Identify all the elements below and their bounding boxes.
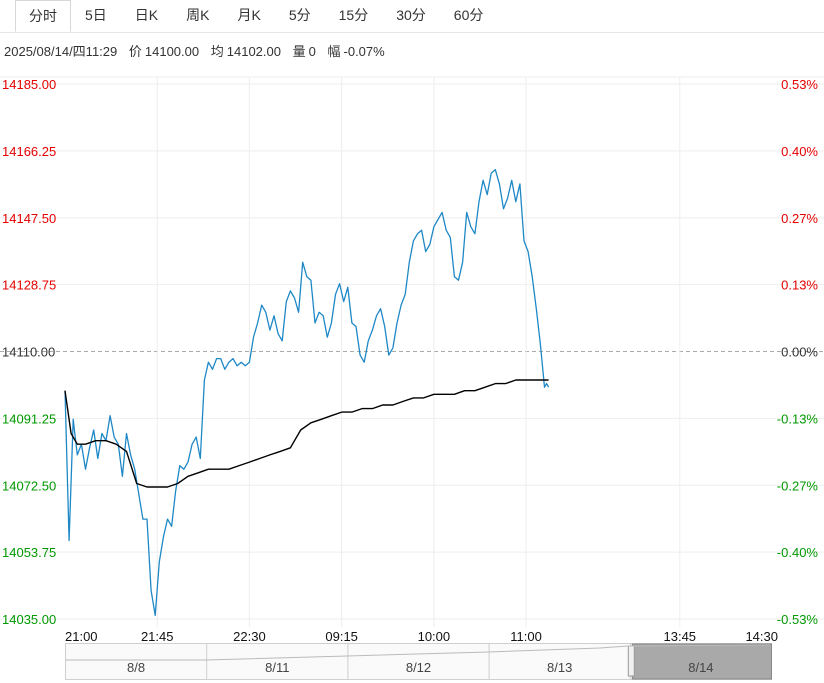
y-tick-label: 14185.00 (2, 77, 56, 92)
pct-tick-label: -0.53% (777, 612, 819, 627)
tab-6[interactable]: 15分 (325, 0, 383, 32)
intraday-chart: 14185.00 0.53% 14166.25 0.40% 14147.50 0.27% 1… (0, 76, 824, 644)
tab-3[interactable]: 周K (172, 0, 223, 32)
info-chg-label: 幅 (327, 44, 341, 59)
tab-2[interactable]: 日K (121, 0, 172, 32)
navigator-handle[interactable] (627, 645, 635, 677)
tab-4[interactable]: 月K (223, 0, 274, 32)
navigator-day-label: 8/8 (127, 660, 145, 675)
info-avg: 14102.00 (226, 44, 281, 59)
navigator-day-label: 8/13 (547, 660, 572, 675)
y-tick-label: 14147.50 (2, 211, 56, 226)
tab-7[interactable]: 30分 (382, 0, 440, 32)
pct-tick-label: 0.13% (781, 278, 818, 293)
tab-1[interactable]: 5日 (71, 0, 121, 32)
navigator-day-label: 8/11 (265, 660, 289, 675)
navigator-day-label: 8/12 (406, 660, 431, 675)
y-tick-label: 14091.25 (2, 411, 56, 426)
y-tick-label: 14072.50 (2, 478, 56, 493)
pct-tick-label: 0.00% (781, 345, 818, 360)
y-tick-label: 14166.25 (2, 144, 56, 159)
info-price-label: 价 (128, 44, 142, 59)
pct-tick-label: -0.27% (777, 478, 819, 493)
period-tabs: 分时 5日 日K 周K 月K 5分 15分 30分 60分 (0, 0, 824, 33)
info-price: 14100.00 (144, 44, 200, 59)
price-line (64, 168, 550, 617)
info-vol: 0 (308, 44, 316, 59)
pct-tick-label: -0.13% (777, 411, 819, 426)
day-navigator[interactable]: 8/8 8/11 8/12 8/13 8/14 (0, 640, 824, 683)
tab-0[interactable]: 分时 (15, 0, 71, 32)
pct-tick-label: 0.27% (781, 211, 818, 226)
pct-tick-label: -0.40% (777, 545, 819, 560)
quote-info-bar: 2025/08/14/四11:29 价 14100.00 均 14102.00 量0… (4, 41, 393, 60)
tab-8[interactable]: 60分 (440, 0, 498, 32)
y-tick-label: 14128.75 (2, 278, 56, 293)
tab-5[interactable]: 5分 (275, 0, 325, 32)
info-vol-label: 量 (292, 44, 306, 59)
y-tick-label: 14053.75 (2, 545, 56, 560)
y-tick-label: 14110.00 (2, 345, 55, 360)
avg-price-line (64, 379, 549, 488)
pct-tick-label: 0.40% (781, 144, 818, 159)
y-tick-label: 14035.00 (2, 612, 56, 627)
info-avg-label: 均 (210, 44, 224, 59)
info-chg: -0.07% (343, 44, 385, 59)
navigator-day-label: 8/14 (688, 660, 713, 675)
pct-tick-label: 0.53% (781, 77, 818, 92)
info-datetime: 2025/08/14/四11:29 (4, 44, 118, 59)
